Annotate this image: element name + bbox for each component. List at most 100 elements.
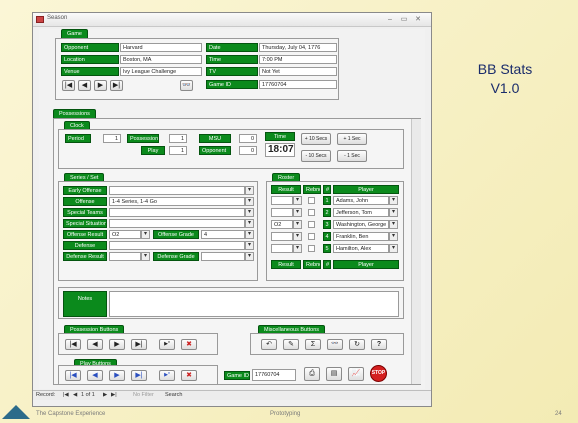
period-field[interactable]: 1 [103,134,121,143]
roster-rebound-checkbox[interactable] [308,221,315,228]
early-offense-dropdown-icon[interactable]: ▾ [245,186,254,195]
roster-player-field[interactable]: Washington, George [333,220,389,229]
offense-dropdown-icon[interactable]: ▾ [245,197,254,206]
possession-first-button[interactable]: |◀ [65,339,81,350]
plus-1-sec-button[interactable]: + 1 Sec [337,133,367,145]
special-situations-field[interactable] [109,219,245,228]
defense-result-field[interactable] [109,252,141,261]
roster-player-field[interactable]: Franklin, Ben [333,232,389,241]
record-prev-icon[interactable]: ◀ [73,392,77,398]
roster-player-dropdown-icon[interactable]: ▾ [389,196,398,205]
msu-field[interactable]: 0 [239,134,257,143]
game-first-button[interactable]: |◀ [62,80,75,91]
roster-result-dropdown-icon[interactable]: ▾ [293,208,302,217]
gameid-field[interactable]: 17760704 [259,80,337,89]
maximize-button[interactable]: ▭ [399,15,409,24]
close-button[interactable]: ✕ [413,15,423,24]
roster-result-dropdown-icon[interactable]: ▾ [293,220,302,229]
opponent-score-field[interactable]: 0 [239,146,257,155]
edit-button[interactable]: ✎ [283,339,299,350]
play-prev-button[interactable]: ◀ [87,370,103,381]
opponent-field[interactable]: Harvard [120,43,202,52]
roster-player-field[interactable]: Hamilton, Alex [333,244,389,253]
possession-new-button[interactable]: ▶* [159,339,175,350]
defense-dropdown-icon[interactable]: ▾ [245,241,254,250]
plus-10-secs-button[interactable]: + 10 Secs [301,133,331,145]
date-field[interactable]: Thursday, July 04, 1776 [259,43,337,52]
play-delete-button[interactable]: ✖ [181,370,197,381]
tv-field[interactable]: Not Yet [259,67,337,76]
roster-player-dropdown-icon[interactable]: ▾ [389,232,398,241]
special-situations-dropdown-icon[interactable]: ▾ [245,219,254,228]
defense-grade-dropdown-icon[interactable]: ▾ [245,252,254,261]
no-filter-label[interactable]: No Filter [133,392,154,398]
defense-field[interactable] [109,241,245,250]
roster-rebound-checkbox[interactable] [308,197,315,204]
roster-player-dropdown-icon[interactable]: ▾ [389,244,398,253]
offense-grade-field[interactable]: 4 [201,230,245,239]
early-offense-field[interactable] [109,186,245,195]
record-position[interactable]: 1 of 1 [81,392,95,398]
possession-prev-button[interactable]: ◀ [87,339,103,350]
game-last-button[interactable]: ▶| [110,80,123,91]
location-field[interactable]: Boston, MA [120,55,202,64]
minimize-button[interactable]: – [385,15,395,24]
find-button[interactable]: 👓 [327,339,343,350]
possession-next-button[interactable]: ▶ [109,339,125,350]
roster-result-dropdown-icon[interactable]: ▾ [293,232,302,241]
game-find-button[interactable]: 👓 [180,80,193,91]
roster-rebound-checkbox[interactable] [308,209,315,216]
roster-player-dropdown-icon[interactable]: ▾ [389,208,398,217]
venue-field[interactable]: Ivy League Challenge [120,67,202,76]
minus-10-secs-button[interactable]: - 10 Secs [301,150,331,162]
roster-result-field[interactable] [271,208,293,217]
roster-player-field[interactable]: Adams, John [333,196,389,205]
play-field[interactable]: 1 [169,146,187,155]
time-clock-field[interactable]: 18:07 [265,143,295,157]
record-next-icon[interactable]: ▶ [103,392,107,398]
offense-field[interactable]: 1-4 Series, 1-4 Go [109,197,245,206]
possession-delete-button[interactable]: ✖ [181,339,197,350]
roster-player-dropdown-icon[interactable]: ▾ [389,220,398,229]
bottom-gameid-field[interactable]: 17760704 [252,369,296,381]
play-first-button[interactable]: |◀ [65,370,81,381]
defense-grade-field[interactable] [201,252,245,261]
play-next-button[interactable]: ▶ [109,370,125,381]
help-button[interactable]: ? [371,339,387,350]
possession-last-button[interactable]: ▶| [131,339,147,350]
game-prev-button[interactable]: ◀ [78,80,91,91]
minus-1-sec-button[interactable]: - 1 Sec [337,150,367,162]
record-last-icon[interactable]: ▶| [111,392,117,398]
roster-result-field[interactable] [271,196,293,205]
possession-field[interactable]: 1 [169,134,187,143]
offense-result-field[interactable]: O2 [109,230,141,239]
sum-button[interactable]: Σ [305,339,321,350]
possessions-scrollbar[interactable] [411,119,421,384]
record-first-icon[interactable]: |◀ [63,392,69,398]
report-button[interactable]: ▤ [326,367,342,381]
play-new-button[interactable]: ▶* [159,370,175,381]
search-field[interactable]: Search [165,392,182,398]
play-last-button[interactable]: ▶| [131,370,147,381]
roster-result-field[interactable] [271,244,293,253]
defense-result-dropdown-icon[interactable]: ▾ [141,252,150,261]
roster-result-dropdown-icon[interactable]: ▾ [293,244,302,253]
special-teams-field[interactable] [109,208,245,217]
time-field[interactable]: 7:00 PM [259,55,337,64]
refresh-button[interactable]: ↻ [349,339,365,350]
roster-rebound-checkbox[interactable] [308,245,315,252]
print-button[interactable]: ⎙ [304,367,320,381]
offense-grade-dropdown-icon[interactable]: ▾ [245,230,254,239]
game-next-button[interactable]: ▶ [94,80,107,91]
roster-result-field[interactable] [271,232,293,241]
roster-player-field[interactable]: Jefferson, Tom [333,208,389,217]
special-teams-dropdown-icon[interactable]: ▾ [245,208,254,217]
notes-field[interactable] [109,291,399,317]
roster-result-field[interactable]: O2 [271,220,293,229]
roster-result-dropdown-icon[interactable]: ▾ [293,196,302,205]
chart-button[interactable]: 📈 [348,367,364,381]
undo-button[interactable]: ↶ [261,339,277,350]
offense-result-dropdown-icon[interactable]: ▾ [141,230,150,239]
roster-rebound-checkbox[interactable] [308,233,315,240]
stop-button[interactable]: STOP [370,365,387,382]
